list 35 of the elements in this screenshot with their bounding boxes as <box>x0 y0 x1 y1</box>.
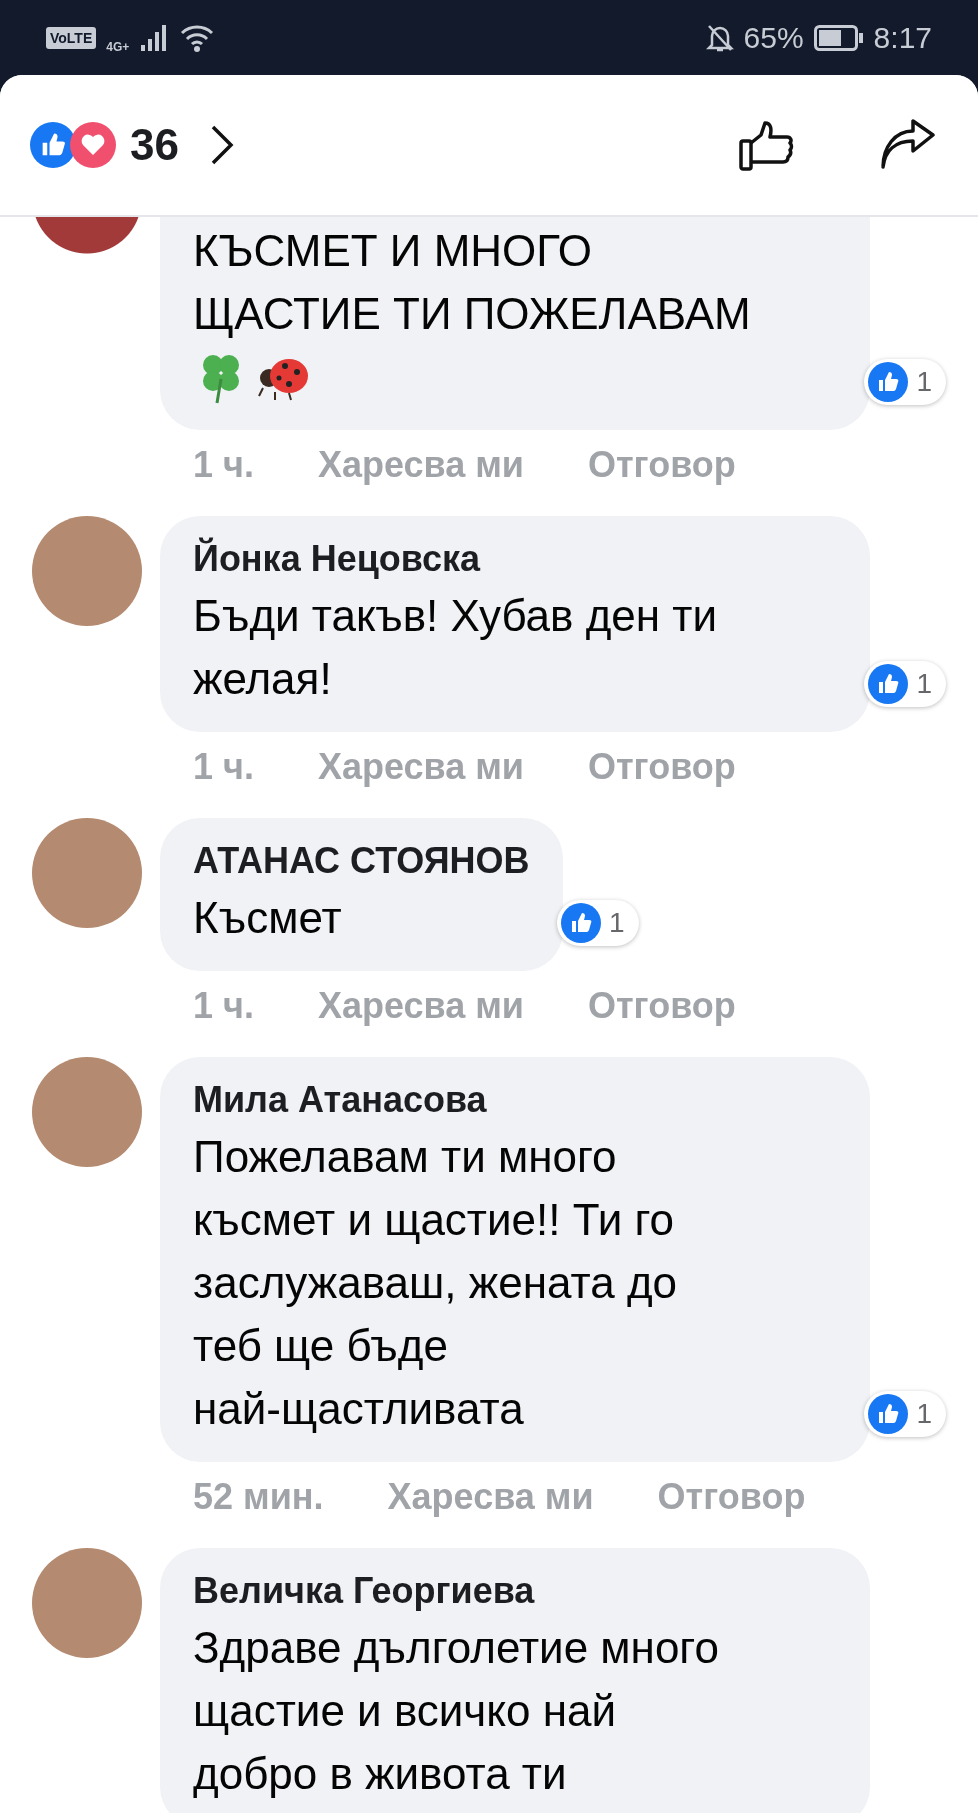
like-count-badge[interactable]: 1 <box>864 1391 946 1437</box>
heart-reaction-icon <box>70 122 116 168</box>
like-count: 1 <box>609 907 625 939</box>
like-reaction-icon <box>30 122 76 168</box>
author-name[interactable]: Мила Атанасова <box>193 1075 837 1125</box>
like-count-badge[interactable]: 1 <box>864 661 946 707</box>
comment-text: КЪСМЕТ И МНОГО ЩАСТИЕ ТИ ПОЖЕЛАВАМ <box>193 225 752 340</box>
like-icon <box>868 664 909 704</box>
like-count-badge[interactable]: 1 <box>557 900 639 946</box>
comment-time: 52 мин. <box>193 1476 324 1518</box>
network-type: 4G+ <box>106 39 130 54</box>
clock-time: 8:17 <box>873 20 932 55</box>
comment-time: 1 ч. <box>193 985 254 1027</box>
battery-percent: 65% <box>743 20 804 55</box>
author-name[interactable]: АТАНАС СТОЯНОВ <box>193 836 530 886</box>
like-count: 1 <box>916 366 932 398</box>
comment-time: 1 ч. <box>193 746 254 788</box>
reaction-count[interactable]: 36 <box>130 120 179 170</box>
comment-time: 1 ч. <box>193 444 254 486</box>
like-icon <box>868 1394 909 1434</box>
like-count: 1 <box>916 668 932 700</box>
like-count: 1 <box>916 1398 932 1430</box>
like-icon <box>561 903 602 943</box>
thumbs-up-icon[interactable] <box>739 119 795 171</box>
share-icon[interactable] <box>880 119 936 171</box>
comment-text: Здраве дълголетие много щастие и всичко най добро в живота ти <box>193 1622 720 1800</box>
comment-text: Късмет <box>193 892 343 944</box>
author-name[interactable]: Йонка Нецовска <box>193 534 837 584</box>
volte-indicator: VoLTE <box>46 26 97 49</box>
author-name[interactable]: Величка Георгиева <box>193 1566 837 1616</box>
comment-text: Пожелавам ти много късмет и щастие!! Ти го заслужаваш, жената до теб ще бъде най-щастливата <box>193 1131 679 1435</box>
battery-icon <box>813 24 864 51</box>
like-count-badge[interactable]: 1 <box>864 359 946 405</box>
comment-text: Бъди такъв! Хубав ден ти желая! <box>193 590 719 705</box>
like-icon <box>868 362 909 402</box>
